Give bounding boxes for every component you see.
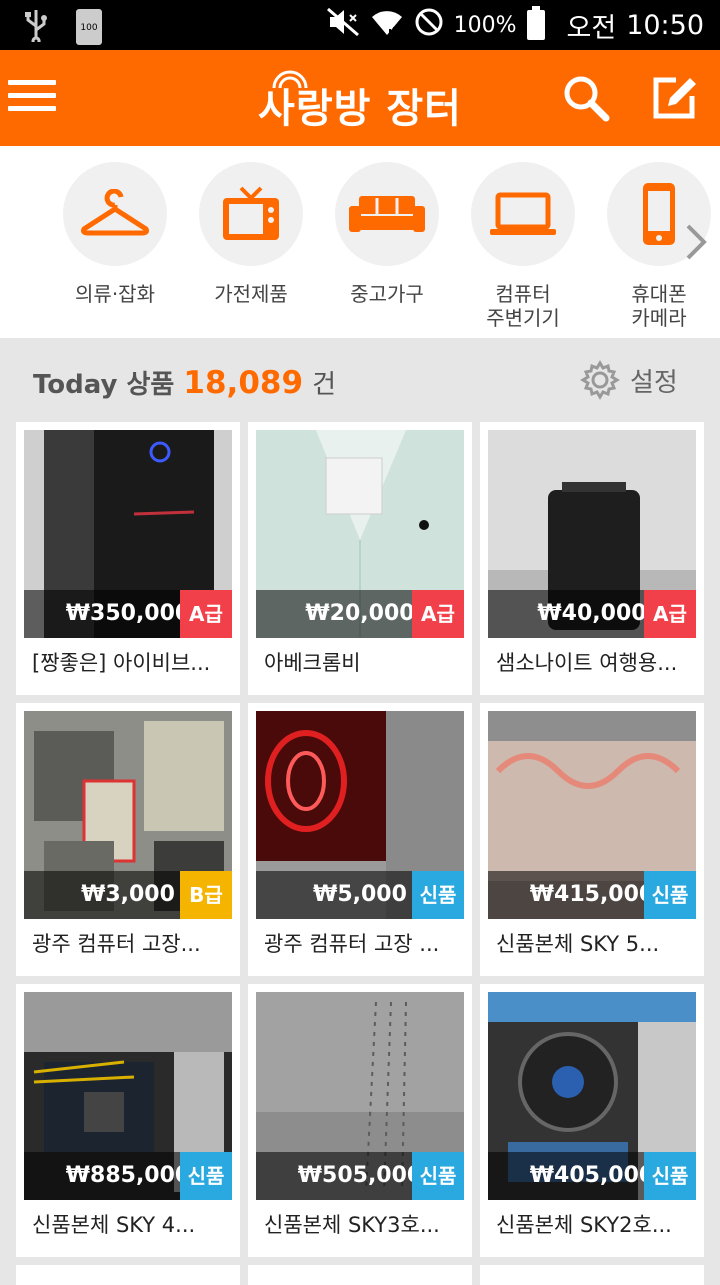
product-card[interactable]: ₩5,000 신품 광주 컴퓨터 고장 ... [248,703,472,976]
battery-small-text: 100 [80,23,98,33]
settings-button[interactable]: 설정 [580,360,678,400]
product-card[interactable]: ₩350,000 A급 [짱좋은] 아이비브... [16,422,240,695]
product-title: 신품본체 SKY 5... [496,932,660,956]
hanger-icon [81,189,149,236]
category-label: 가전제품 [214,282,288,306]
app-title: 사랑방 장터 [258,86,462,132]
product-title: 신품본체 SKY 4... [32,1213,196,1237]
grade-badge: 신품 [644,871,696,919]
product-card[interactable]: ₩405,000 신품 신품본체 SKY2호... [480,984,704,1257]
status-bar: 100 100% 오전 10:50 [0,0,720,50]
grade-badge: 신품 [644,1152,696,1200]
write-button[interactable] [648,72,700,124]
product-title: 신품본체 SKY3호... [264,1213,440,1237]
product-title: 광주 컴퓨터 고장 ... [264,932,440,956]
product-title: 샘소나이트 여행용... [496,651,678,675]
battery-small-icon: 100 [76,9,102,45]
product-title: 신품본체 SKY2호... [496,1213,672,1237]
product-image: ₩415,000 신품 [488,711,696,919]
product-card-partial[interactable] [248,1265,472,1285]
gear-icon [580,360,620,400]
today-number: 18,089 [183,365,304,401]
product-image: ₩885,000 신품 [24,992,232,1200]
usb-icon [22,8,50,46]
product-card[interactable]: ₩20,000 A급 아베크롬비 [248,422,472,695]
category-label: 의류·잡화 [75,282,155,306]
category-computers[interactable]: 컴퓨터 주변기기 [455,162,591,330]
category-furniture[interactable]: 중고가구 [319,162,455,306]
product-card[interactable]: ₩3,000 B급 광주 컴퓨터 고장... [16,703,240,976]
category-icon-bg [471,162,575,266]
product-image: ₩5,000 신품 [256,711,464,919]
no-sim-icon [414,7,444,44]
product-card[interactable]: ₩885,000 신품 신품본체 SKY 4... [16,984,240,1257]
product-image: ₩3,000 B급 [24,711,232,919]
search-icon [564,76,610,122]
grade-badge: B급 [180,871,232,919]
category-appliances[interactable]: 가전제품 [183,162,319,306]
grade-badge: A급 [644,590,696,638]
product-image: ₩505,000 신품 [256,992,464,1200]
product-title: 아베크롬비 [264,651,361,675]
grade-badge: A급 [412,590,464,638]
today-unit: 건 [312,370,337,400]
category-icon-bg [199,162,303,266]
category-label: 휴대폰 카메라 [631,282,687,330]
app-logo: 사랑방 장터 [0,70,720,134]
product-image: ₩20,000 A급 [256,430,464,638]
search-button[interactable] [560,72,612,124]
sofa-icon [349,196,425,232]
product-card[interactable]: ₩40,000 A급 샘소나이트 여행용... [480,422,704,695]
phone-icon [643,183,675,245]
product-title: [짱좋은] 아이비브... [32,651,211,675]
product-image: ₩350,000 A급 [24,430,232,638]
category-bar: 의류·잡화 가전제품 중고가구 컴퓨터 주변기기 휴대폰 카메라 [0,146,720,338]
category-label: 중고가구 [350,282,424,306]
app-bar: 사랑방 장터 [0,50,720,146]
mute-icon [326,7,360,44]
chevron-right-icon [686,224,707,260]
category-clothing[interactable]: 의류·잡화 [47,162,183,306]
tv-icon [223,186,279,240]
category-icon-bg [335,162,439,266]
ampm-label: 오전 [566,12,617,44]
grade-badge: 신품 [412,1152,464,1200]
battery-icon [526,6,545,40]
today-label: Today 상품 [33,370,175,400]
product-title: 광주 컴퓨터 고장... [32,932,201,956]
product-image: ₩40,000 A급 [488,430,696,638]
grade-badge: 신품 [180,1152,232,1200]
laptop-icon [490,192,556,235]
category-label: 컴퓨터 주변기기 [486,282,560,330]
product-card-partial[interactable] [16,1265,240,1285]
logo-wave-icon [272,70,308,89]
edit-icon [653,77,696,119]
today-count: Today 상품 18,089 건 [33,364,336,401]
today-header: Today 상품 18,089 건 설정 [0,338,720,422]
settings-label: 설정 [630,367,678,398]
wifi-icon [370,7,404,44]
category-next-button[interactable] [680,222,710,262]
clock: 10:50 [626,9,704,41]
battery-percent: 100% [453,12,517,38]
category-icon-bg [63,162,167,266]
product-card[interactable]: ₩505,000 신품 신품본체 SKY3호... [248,984,472,1257]
product-card-partial[interactable] [480,1265,704,1285]
grade-badge: A급 [180,590,232,638]
product-card[interactable]: ₩415,000 신품 신품본체 SKY 5... [480,703,704,976]
grade-badge: 신품 [412,871,464,919]
product-image: ₩405,000 신품 [488,992,696,1200]
